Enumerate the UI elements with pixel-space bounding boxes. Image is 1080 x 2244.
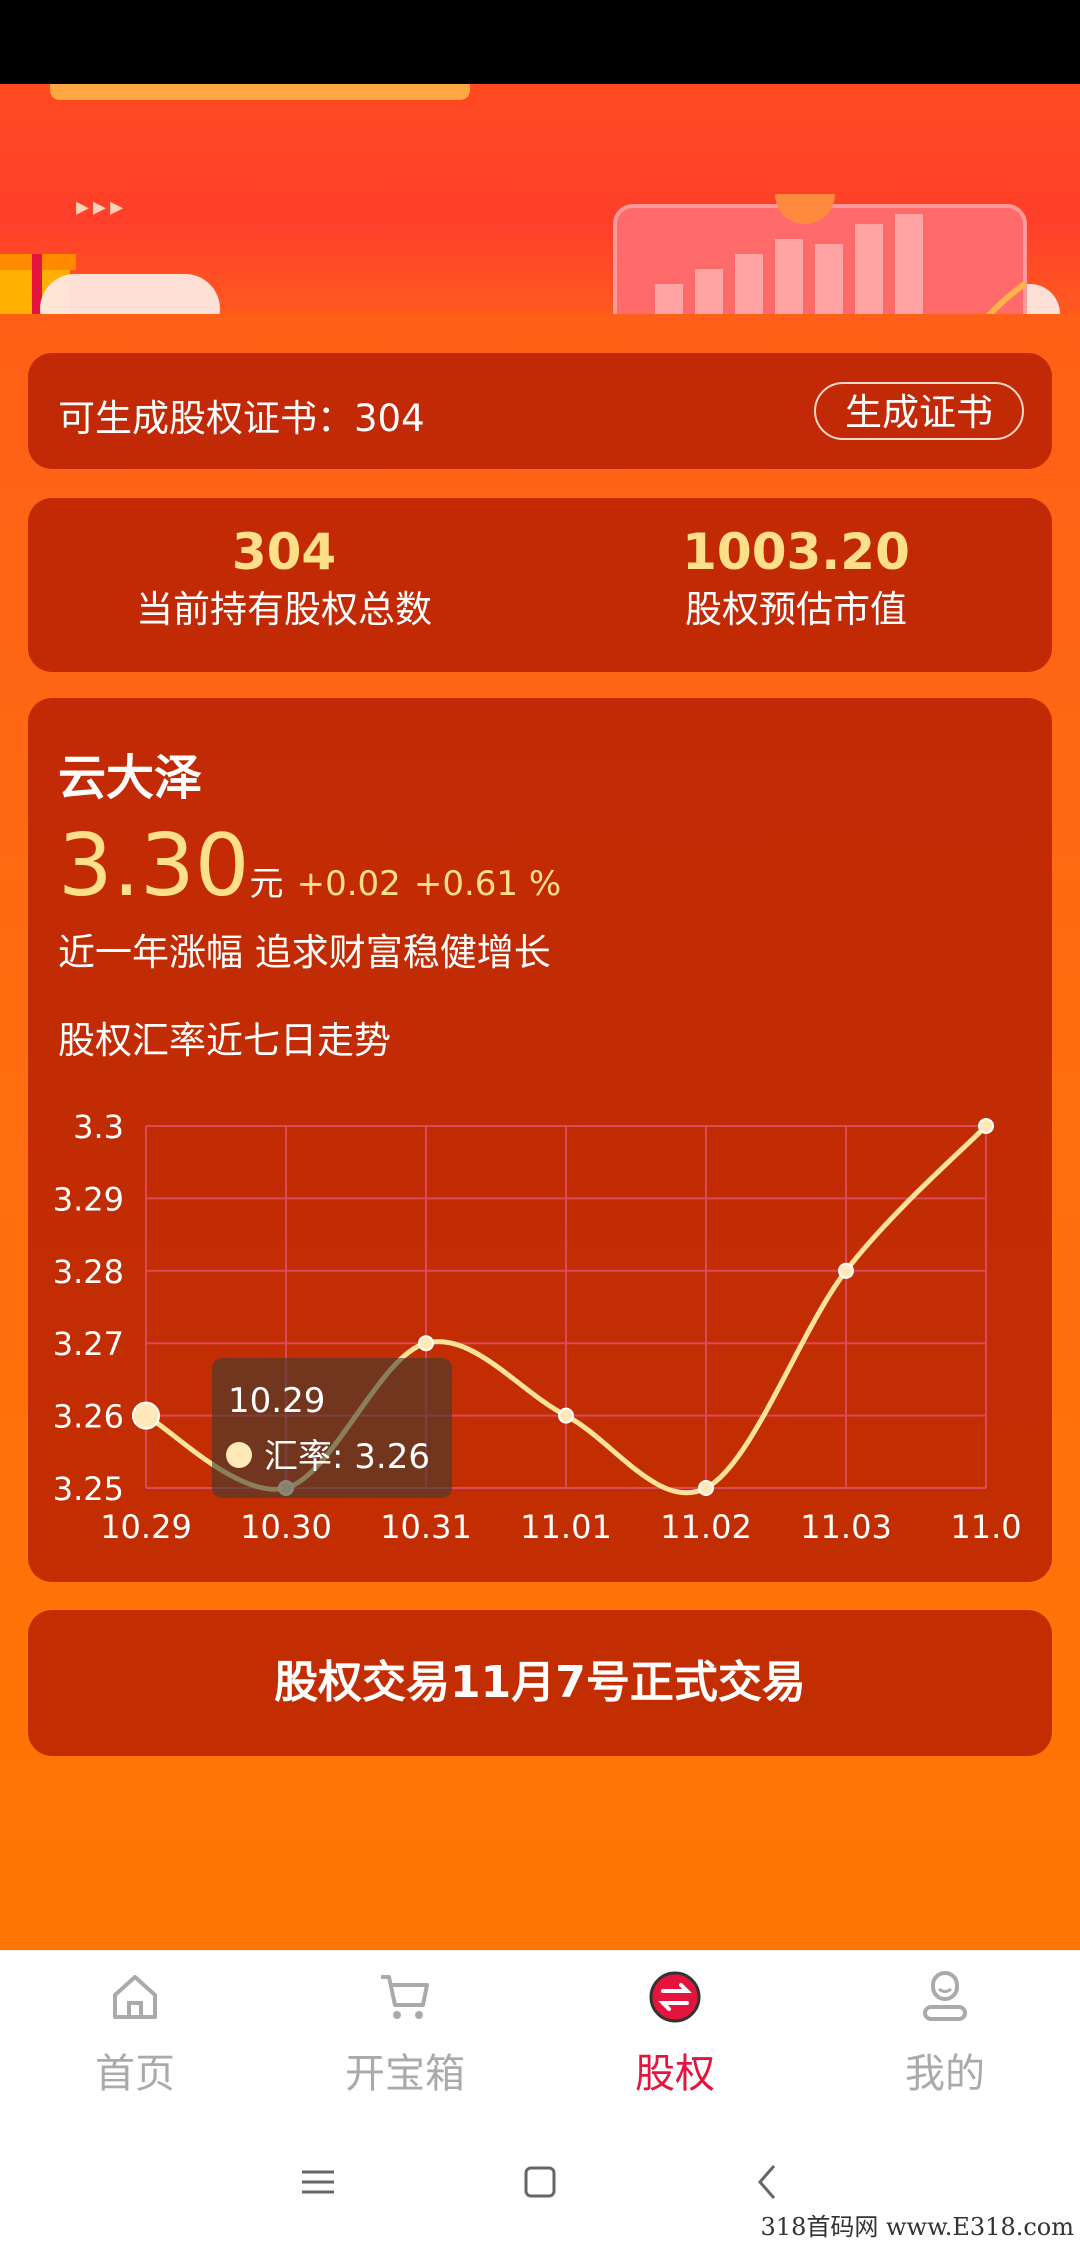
data-point [418,1335,434,1352]
x-tick-label: 10.29 [100,1508,192,1546]
menu-icon[interactable] [288,2152,348,2212]
hero-banner: ▸▸▸ [0,84,1080,314]
y-tick-label: 3.27 [53,1325,124,1363]
y-tick-label: 3.26 [53,1398,124,1436]
nav-label-home: 首页 [95,2051,175,2097]
nav-label-equity: 股权 [635,2051,715,2097]
x-tick-label: 11.03 [800,1508,892,1546]
stats-card: 304 当前持有股权总数 1003.20 股权预估市值 [28,498,1052,672]
home-square-icon[interactable] [510,2152,570,2212]
data-point [978,1118,994,1134]
total-shares-value: 304 [231,523,337,581]
x-tick-label: 11.01 [520,1508,612,1546]
data-point [698,1480,714,1496]
market-value-stat: 1003.20 股权预估市值 [540,522,1052,638]
hero-arrows: ▸▸▸ [76,192,128,222]
bottom-nav: 首页 开宝箱 股权 我的 [0,1950,1080,2113]
x-tick-label: 10.31 [380,1508,472,1546]
y-tick-label: 3.29 [53,1180,124,1218]
data-point [132,1401,160,1430]
certificate-label: 可生成股权证书：304 [58,397,425,440]
user-icon [923,1971,967,2021]
watermark: 318首码网 www.E318.com [760,2213,1074,2241]
y-tick-label: 3.28 [53,1253,124,1291]
stock-chart-card: 云大泽 3.30元 +0.02 +0.61 % 近一年涨幅 追求财富稳健增长 股… [28,698,1052,1582]
tooltip-value: 汇率: 3.26 [264,1437,430,1477]
rate-line-chart[interactable]: 3.33.293.283.273.263.2510.29 10.30 10.31 11… [28,698,1052,1582]
data-point [838,1262,854,1279]
page: ▸▸▸ 可生成股权证书：304 生成证书 304 当前持有股权总数 1003.2… [0,0,1080,2244]
market-value-label: 股权预估市值 [685,588,907,631]
tooltip-series-dot [226,1442,252,1468]
y-tick-label: 3.3 [73,1108,124,1146]
nav-label-mine: 我的 [905,2051,985,2097]
nav-item-home[interactable]: 首页 [0,1951,270,2113]
chart-tooltip: 10.29 汇率: 3.26 [212,1358,452,1498]
back-icon[interactable] [738,2152,798,2212]
system-nav-bar: 318首码网 www.E318.com [0,2112,1080,2244]
data-point [558,1407,574,1424]
tooltip-title: 10.29 [228,1381,325,1421]
home-icon [113,1975,157,2019]
hero-strip [50,84,470,100]
notice-card: 股权交易11月7号正式交易 [28,1610,1052,1756]
status-bar [0,0,1080,84]
nav-label-treasure: 开宝箱 [345,2051,465,2097]
cart-icon [381,1975,429,2019]
x-tick-label: 10.30 [240,1508,332,1546]
notice-text: 股权交易11月7号正式交易 [274,1657,806,1708]
nav-item-mine[interactable]: 我的 [810,1951,1080,2113]
nav-item-equity[interactable]: 股权 [540,1951,810,2113]
certificate-card: 可生成股权证书：304 生成证书 [28,353,1052,469]
exchange-icon [649,1971,701,2023]
total-shares-label: 当前持有股权总数 [136,588,432,631]
generate-certificate-button[interactable]: 生成证书 [814,382,1024,440]
tooltip-box [212,1358,452,1498]
hero-cloud [40,274,220,314]
total-shares-stat: 304 当前持有股权总数 [28,522,540,638]
nav-item-treasure[interactable]: 开宝箱 [270,1951,540,2113]
x-tick-label: 11.02 [660,1508,752,1546]
x-tick-label: 11.0 [950,1508,1021,1546]
bar-board-illustration [613,194,1027,314]
market-value-value: 1003.20 [682,523,910,581]
y-tick-label: 3.25 [53,1470,124,1508]
